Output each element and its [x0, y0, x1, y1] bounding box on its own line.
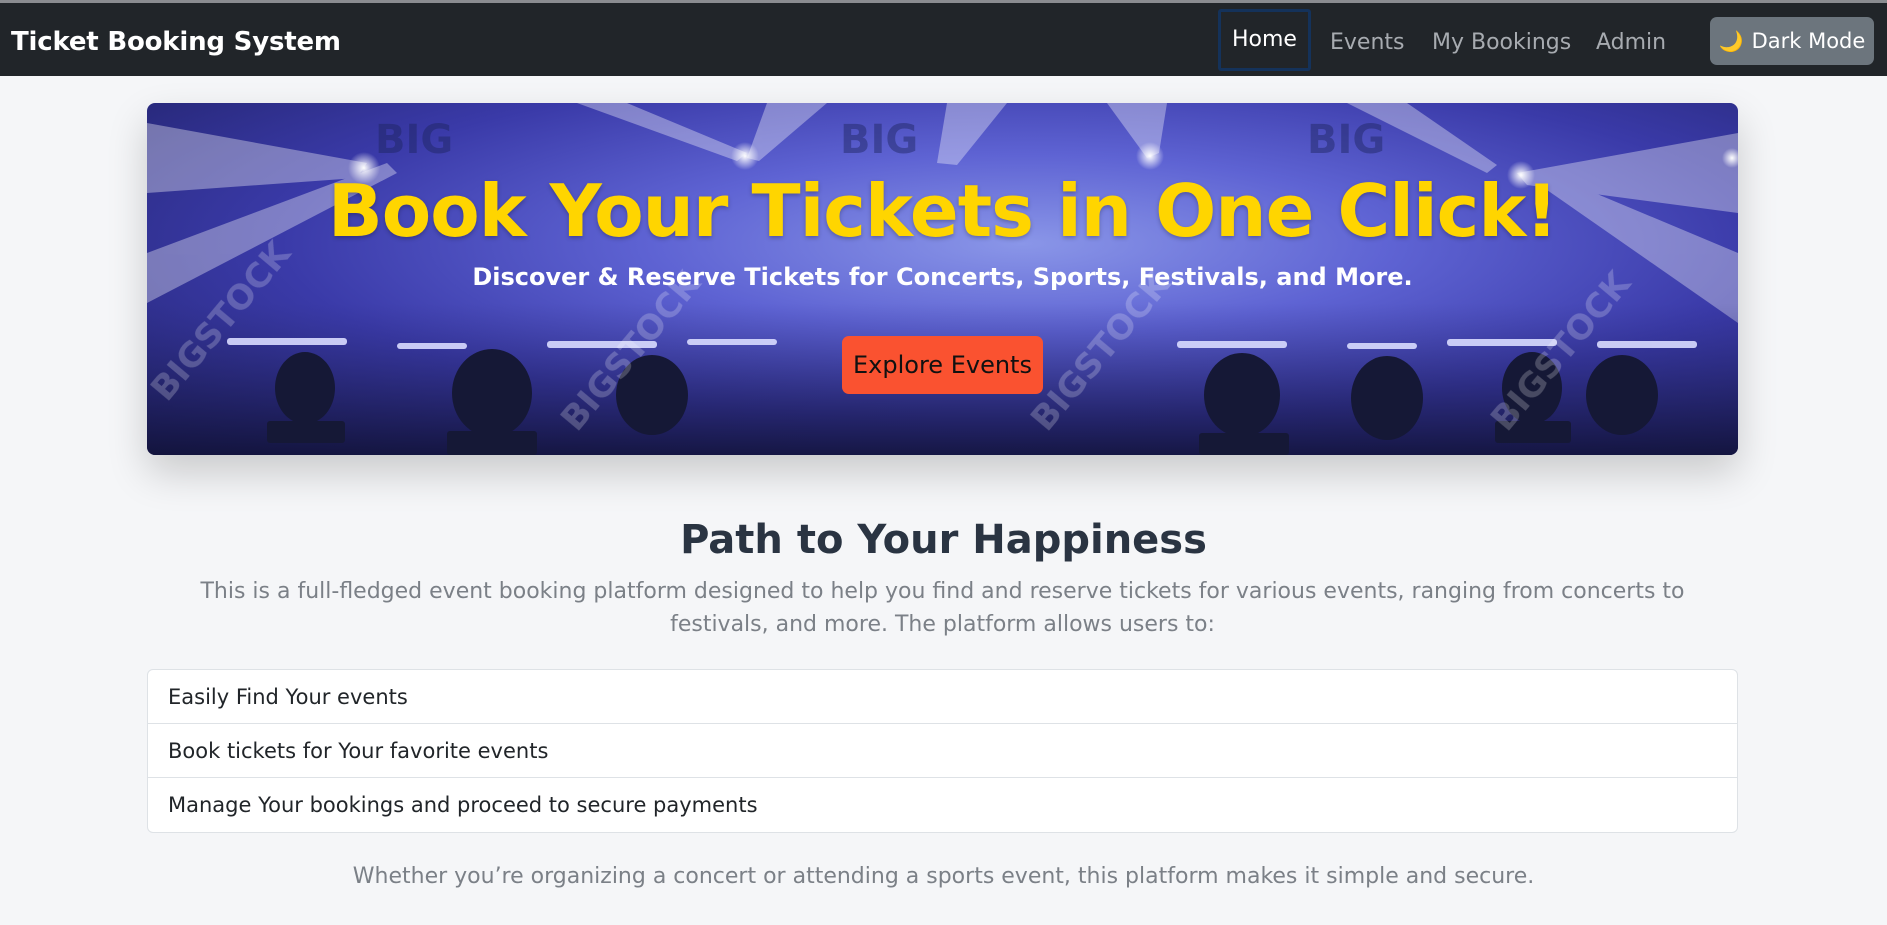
list-item: Easily Find Your events — [148, 670, 1737, 724]
dark-mode-label: Dark Mode — [1751, 29, 1866, 53]
nav-link-events[interactable]: Events — [1330, 30, 1405, 55]
moon-icon: 🌙 — [1718, 29, 1744, 53]
explore-events-button[interactable]: Explore Events — [842, 336, 1043, 394]
watermark-text: BIG — [375, 117, 453, 163]
watermark-text: BIG — [840, 117, 918, 163]
list-item: Manage Your bookings and proceed to secu… — [168, 793, 758, 817]
spotlight — [1136, 142, 1164, 170]
nav-link-my-bookings[interactable]: My Bookings — [1432, 30, 1571, 55]
hero-banner: BIG BIG BIG BIGSTOCK BIGSTOCK BIGSTOCK B… — [147, 103, 1738, 455]
section-title: Path to Your Happiness — [680, 517, 1207, 563]
hero-subtitle: Discover & Reserve Tickets for Concerts,… — [472, 263, 1413, 291]
top-navbar: Ticket Booking System Home Events My Boo… — [0, 3, 1887, 76]
outro-paragraph: Whether you’re organizing a concert or a… — [352, 864, 1535, 889]
watermark-text: BIG — [1307, 117, 1385, 163]
intro-paragraph: This is a full-fledged event booking pla… — [200, 579, 1685, 637]
spotlight — [731, 142, 759, 170]
nav-link-home[interactable]: Home — [1218, 9, 1311, 71]
nav-link-admin[interactable]: Admin — [1596, 30, 1666, 55]
hero-title: Book Your Tickets in One Click! — [327, 169, 1558, 253]
list-item: Book tickets for Your favorite events — [148, 724, 1737, 778]
dark-mode-button[interactable]: 🌙 Dark Mode — [1710, 17, 1874, 65]
feature-list: Easily Find Your events Book tickets for… — [147, 669, 1738, 833]
brand-title[interactable]: Ticket Booking System — [11, 27, 341, 57]
